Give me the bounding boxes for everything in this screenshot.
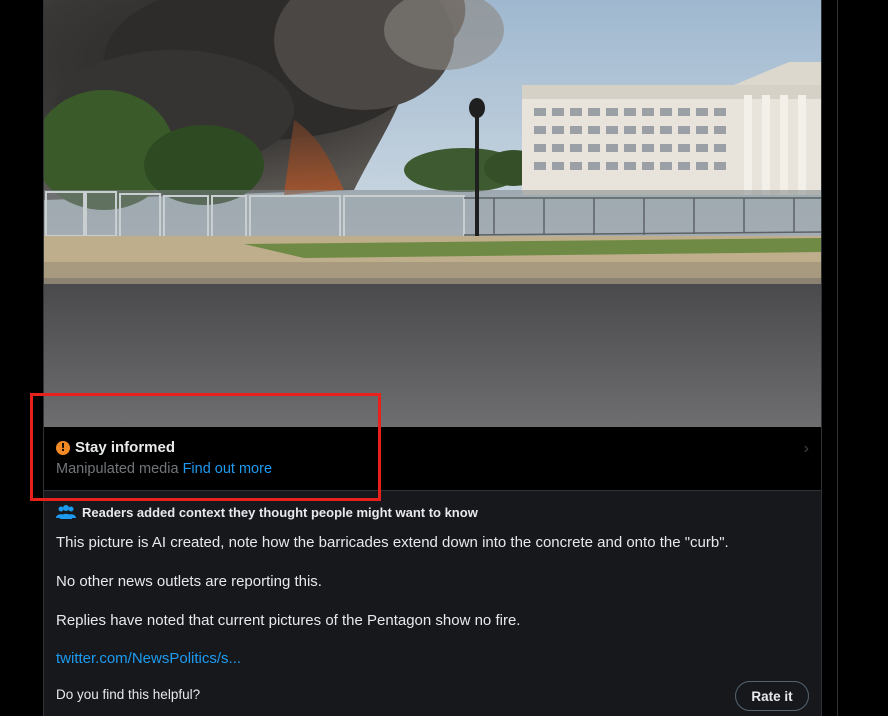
note-paragraph: No other news outlets are reporting this…: [56, 573, 322, 590]
chevron-right-icon: ›: [803, 440, 809, 457]
note-source-link[interactable]: twitter.com/NewsPolitics/s...: [56, 650, 241, 667]
smoke-building-photo: [44, 0, 821, 427]
warning-subtitle: Manipulated media: [56, 461, 179, 477]
timeline-column-divider: [837, 0, 838, 716]
exclamation-circle-icon: !: [56, 441, 70, 455]
note-paragraph: Replies have noted that current pictures…: [56, 612, 521, 629]
people-icon: [56, 505, 76, 519]
tweet-media-card: ! Stay informed Manipulated media Find o…: [43, 0, 822, 716]
rate-it-button[interactable]: Rate it: [735, 681, 809, 711]
stay-informed-banner[interactable]: ! Stay informed Manipulated media Find o…: [44, 427, 821, 491]
community-notes-panel: Readers added context they thought peopl…: [44, 491, 821, 716]
helpful-question: Do you find this helpful?: [56, 687, 201, 702]
community-notes-title: Readers added context they thought peopl…: [82, 504, 478, 520]
tweet-image[interactable]: [44, 0, 821, 427]
find-out-more-link[interactable]: Find out more: [183, 461, 272, 477]
note-paragraph: This picture is AI created, note how the…: [56, 534, 729, 551]
community-notes-header: Readers added context they thought peopl…: [56, 503, 478, 521]
warning-title: Stay informed: [75, 439, 176, 456]
warning-subtitle-row: Manipulated media Find out more: [56, 461, 272, 477]
